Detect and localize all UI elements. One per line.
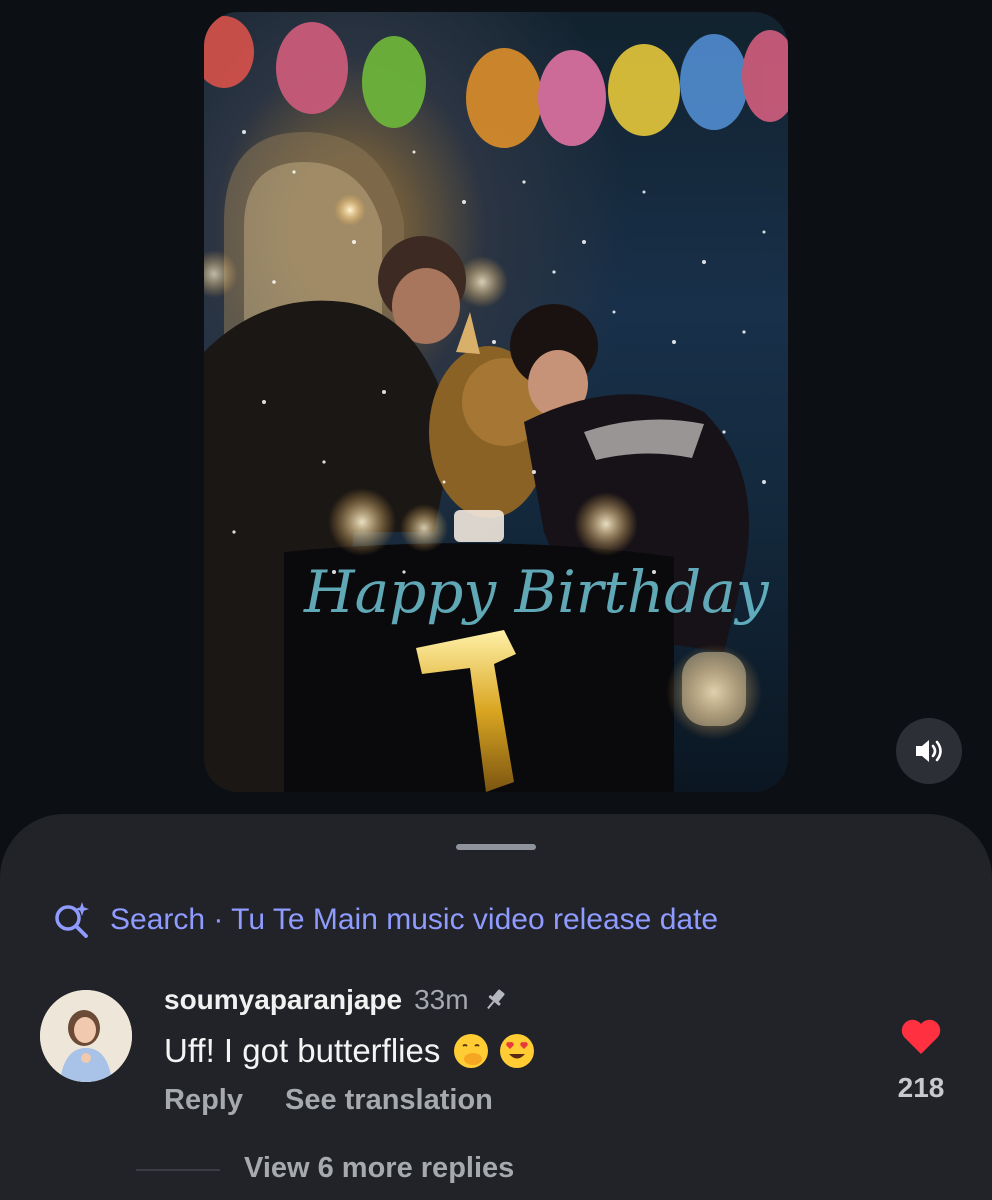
heart-eyes-emoji [500, 1034, 535, 1068]
comment-username[interactable]: soumyaparanjape [164, 984, 402, 1016]
replies-divider [136, 1169, 220, 1171]
heart-icon [901, 1019, 941, 1054]
see-translation-button[interactable]: See translation [285, 1084, 493, 1117]
comment-time: 33m [414, 984, 469, 1015]
search-suggestion-label[interactable]: Search · Tu Te Main music video release … [110, 903, 718, 937]
like-count: 218 [897, 1072, 945, 1103]
view-more-replies-button[interactable]: View 6 more replies [244, 1152, 514, 1185]
happy-birthday-overlay: Happy Birthday [303, 558, 770, 626]
search-suggestion[interactable]: Search · Tu Te Main music video release … [52, 900, 718, 940]
comment-header: soumyaparanjape 33m [164, 984, 509, 1016]
comment-actions: Reply See translation [164, 1084, 493, 1117]
sound-toggle-button[interactable] [896, 718, 962, 784]
video-frame: Happy Birthday [204, 16, 788, 792]
reply-button[interactable]: Reply [164, 1084, 243, 1117]
volume-icon [916, 740, 942, 762]
video-player[interactable]: Happy Birthday [204, 12, 788, 792]
search-sparkle-icon [55, 902, 89, 938]
like-button[interactable] [890, 1018, 952, 1061]
pin-icon [486, 989, 505, 1010]
hand-over-mouth-emoji [454, 1034, 489, 1068]
comment-text: Uff! I got butterflies [164, 1032, 441, 1069]
letter-balloons [204, 16, 788, 148]
avatar[interactable] [40, 990, 132, 1082]
comment-text-row: Uff! I got butterflies [164, 1032, 536, 1070]
comments-sheet: Search · Tu Te Main music video release … [0, 814, 992, 1200]
sheet-drag-handle[interactable] [456, 844, 536, 850]
